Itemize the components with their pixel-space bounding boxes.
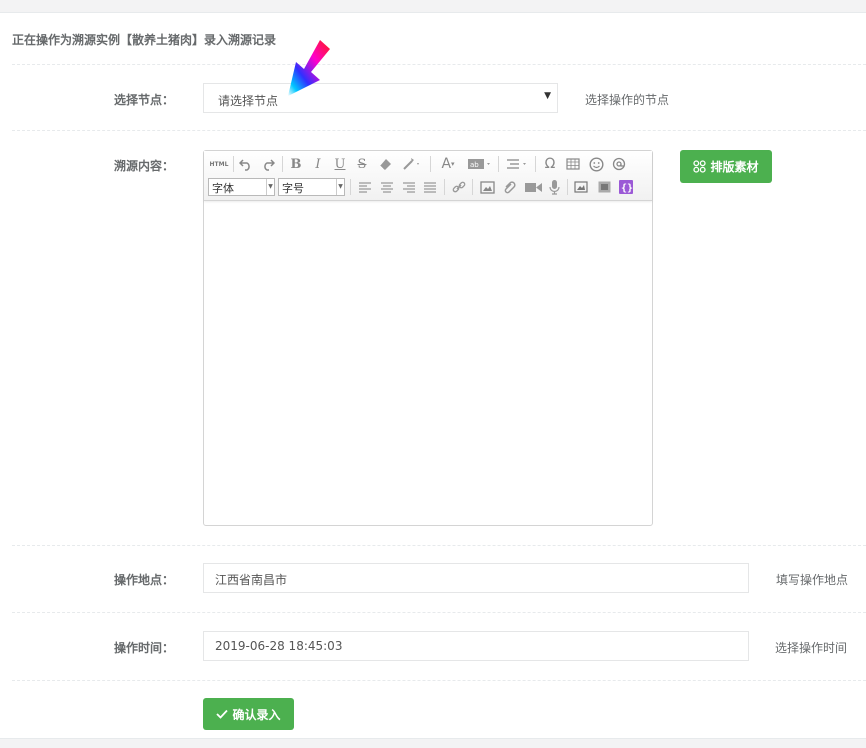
location-input[interactable]: 江西省南昌市 [203,563,749,593]
insert-picture-icon[interactable] [572,178,590,196]
italic-icon[interactable]: I [310,155,326,173]
toolbar-separator [282,156,283,172]
divider [12,64,866,65]
divider [12,612,866,613]
bottom-bar [0,738,866,748]
font-family-value: 字体 [212,182,234,195]
underline-icon[interactable]: U [332,155,348,173]
align-left-icon[interactable] [356,178,374,196]
editor-toolbar: HTML B I U S A ▾ ab Ω 字体 ▼ 字号 ▼ {} [204,151,652,201]
anchor-icon[interactable] [610,155,628,173]
divider [12,545,866,546]
toolbar-separator [430,156,431,172]
redo-icon[interactable] [259,155,277,173]
layout-material-button[interactable]: 排版素材 [680,150,772,183]
location-label: 操作地点： [113,573,174,587]
content-label: 溯源内容： [113,159,174,173]
location-help: 填写操作地点 [776,573,849,587]
image-icon[interactable] [478,178,496,196]
link-icon[interactable] [450,178,468,196]
special-char-icon[interactable]: Ω [542,155,558,173]
toolbar-separator [472,179,473,195]
check-icon [216,709,229,719]
time-value: 2019-06-28 18:45:03 [215,639,343,653]
font-size-value: 字号 [282,182,304,195]
html-source-icon[interactable]: HTML [208,155,230,173]
eraser-icon[interactable] [376,155,394,173]
page-title: 正在操作为溯源实例【散养土猪肉】录入溯源记录 [12,33,277,47]
align-right-icon[interactable] [400,178,418,196]
image-gallery-icon[interactable] [595,178,613,196]
layout-material-label: 排版素材 [710,160,759,174]
pointer-arrow-icon [288,40,330,96]
attachment-icon[interactable] [501,178,519,196]
toolbar-separator [498,156,499,172]
font-family-select[interactable]: 字体 ▼ [208,178,275,196]
top-bar [0,0,866,13]
font-size-select[interactable]: 字号 ▼ [278,178,345,196]
divider [12,130,866,131]
undo-icon[interactable] [237,155,255,173]
align-justify-icon[interactable] [421,178,439,196]
toolbar-separator [350,179,351,195]
chevron-down-icon: ▼ [266,179,274,195]
node-select[interactable]: 请选择节点 ▼ [203,83,558,113]
svg-text:ab: ab [470,161,479,169]
table-icon[interactable] [564,155,582,173]
strikethrough-icon[interactable]: S [354,155,370,173]
divider [12,680,866,681]
microphone-icon[interactable] [546,178,562,196]
time-input[interactable]: 2019-06-28 18:45:03 [203,631,749,661]
align-center-icon[interactable] [378,178,396,196]
grid-icon [693,160,707,173]
bold-icon[interactable]: B [288,155,304,173]
time-label: 操作时间： [113,641,174,655]
node-label: 选择节点： [113,93,174,107]
node-help: 选择操作的节点 [585,93,670,107]
toolbar-separator [444,179,445,195]
node-select-value: 请选择节点 [218,94,279,108]
list-icon[interactable] [504,155,530,173]
format-painter-icon[interactable] [400,155,424,173]
background-color-icon[interactable]: ab [466,155,494,173]
chevron-down-icon: ▼ [336,179,344,195]
time-help: 选择操作时间 [775,641,848,655]
confirm-submit-button[interactable]: 确认录入 [203,698,294,730]
caret-down-icon: ▼ [544,91,551,101]
template-icon[interactable]: {} [617,178,635,196]
rich-text-editor: HTML B I U S A ▾ ab Ω 字体 ▼ 字号 ▼ {} [203,150,653,526]
confirm-submit-label: 确认录入 [232,707,281,722]
svg-text:{}: {} [621,183,633,194]
toolbar-separator [233,156,234,172]
toolbar-separator [535,156,536,172]
emoji-icon[interactable] [587,155,605,173]
toolbar-separator [567,179,568,195]
video-icon[interactable] [523,178,543,196]
location-value: 江西省南昌市 [215,573,288,587]
font-color-icon[interactable]: A ▾ [436,155,460,173]
